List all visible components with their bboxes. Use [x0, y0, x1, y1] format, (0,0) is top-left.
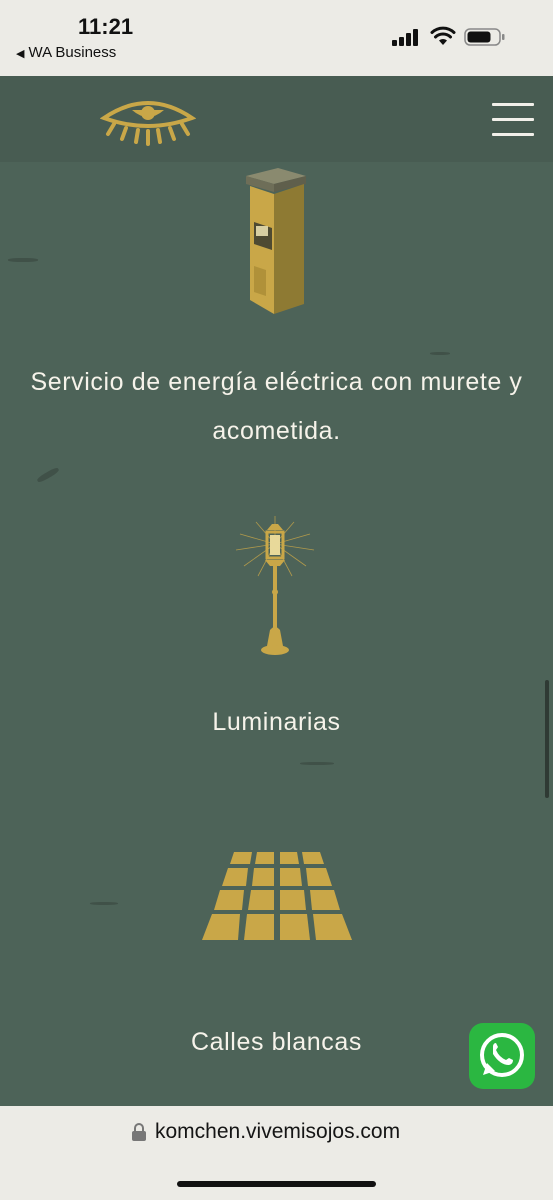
browser-address-bar[interactable]: komchen.vivemisojos.com — [0, 1106, 553, 1200]
services-section: Servicio de energía eléctrica con murete… — [0, 162, 553, 1106]
battery-icon — [464, 28, 505, 46]
status-time: 11:21 — [78, 14, 134, 39]
back-app-label: WA Business — [28, 44, 117, 61]
status-bar: 11:21 ◀ WA Business — [0, 0, 553, 76]
service-label-streets: Calles blancas — [191, 1028, 362, 1056]
service-label-lighting: Luminarias — [212, 708, 341, 736]
back-to-app-link[interactable]: ◀ WA Business — [16, 44, 116, 61]
service-label-electricity: Servicio de energía eléctrica con murete… — [30, 368, 523, 445]
site-header — [0, 76, 553, 162]
lock-icon — [132, 1123, 146, 1141]
whatsapp-icon — [480, 1033, 524, 1077]
page-scrollbar[interactable] — [545, 680, 549, 798]
back-triangle-icon: ◀ — [16, 48, 25, 60]
cellular-signal-icon — [392, 28, 422, 46]
paved-street-icon — [202, 852, 352, 940]
whatsapp-button[interactable] — [469, 1023, 535, 1089]
electric-meter-post-icon — [246, 168, 306, 314]
street-lamp-icon — [235, 516, 315, 655]
hamburger-menu-icon[interactable] — [492, 103, 534, 137]
url-text[interactable]: komchen.vivemisojos.com — [155, 1120, 400, 1144]
wifi-icon — [430, 26, 456, 45]
eye-logo-icon[interactable] — [100, 94, 196, 146]
home-indicator[interactable] — [177, 1181, 376, 1187]
